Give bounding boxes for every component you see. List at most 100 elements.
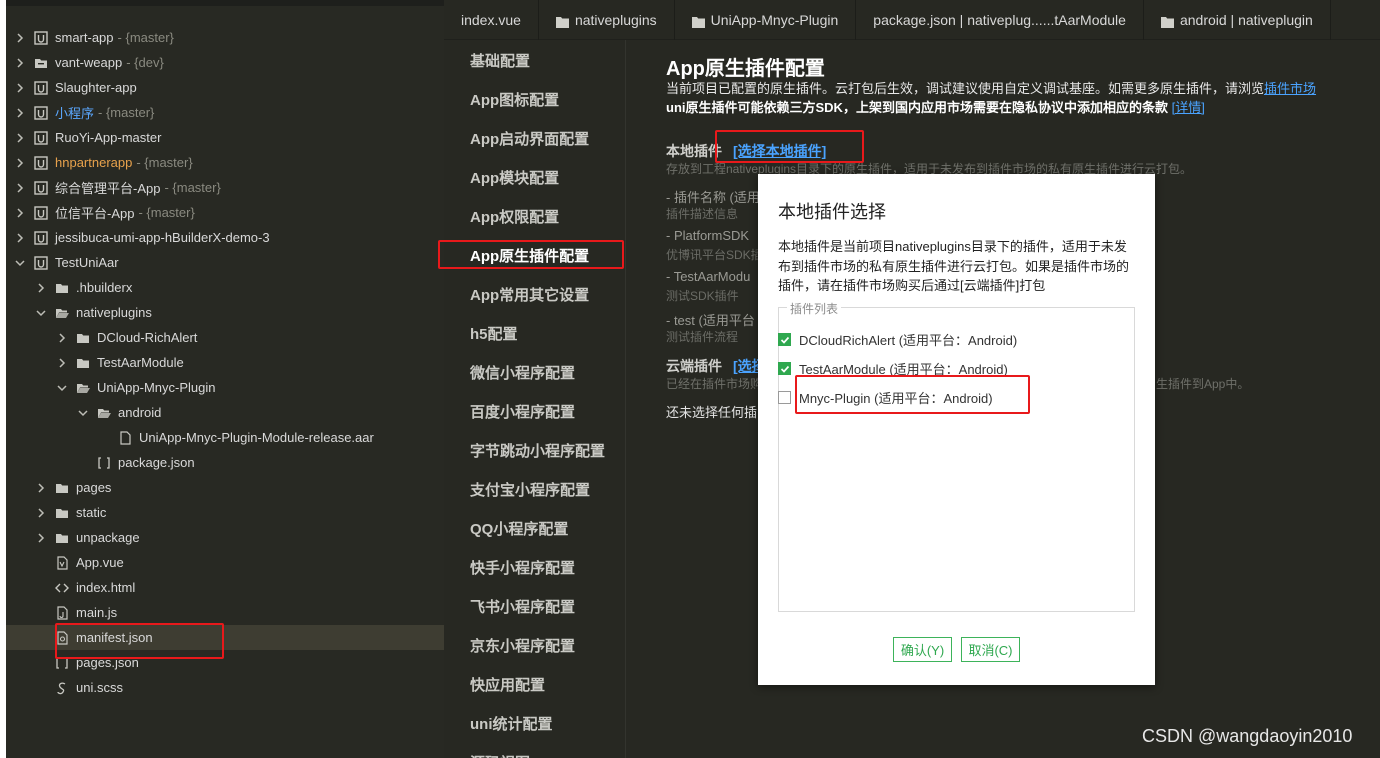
tree-item[interactable]: smart-app - {master} (6, 25, 444, 50)
folder-icon (76, 356, 90, 370)
chevron-right-icon[interactable] (35, 507, 47, 519)
editor-tab[interactable]: android | nativeplugin (1144, 0, 1331, 40)
plugin-option[interactable]: DCloudRichAlert (适用平台：Android) (778, 330, 1017, 349)
scss-file-icon (55, 681, 69, 695)
highlight-box-manifest (55, 623, 224, 659)
chevron-down-icon[interactable] (14, 257, 26, 269)
tree-item[interactable]: index.html (6, 575, 444, 600)
description-text: 当前项目已配置的原生插件。云打包后生效，调试建议使用自定义调试基座。如需更多原生… (666, 81, 1265, 96)
tree-item[interactable]: 小程序 - {master} (6, 100, 444, 125)
sdk-notice-text: uni原生插件可能依赖三方SDK，上架到国内应用市场需要在隐私协议中添加相应的条… (666, 100, 1168, 115)
tree-item-label: UniApp-Mnyc-Plugin-Module-release.aar (139, 430, 374, 445)
tree-item-label: pages (76, 480, 112, 495)
tree-item[interactable]: package.json (6, 450, 444, 475)
chevron-down-icon[interactable] (35, 307, 47, 319)
tree-item[interactable]: unpackage (6, 525, 444, 550)
tree-item[interactable]: uni.scss (6, 675, 444, 700)
checkbox-unchecked[interactable] (778, 391, 791, 404)
chevron-right-icon[interactable] (14, 82, 26, 94)
chevron-right-icon[interactable] (14, 32, 26, 44)
editor-tab[interactable]: nativeplugins (539, 0, 675, 40)
settings-nav-item[interactable]: 字节跳动小程序配置 (470, 440, 605, 461)
folder-icon (76, 331, 90, 345)
tree-item[interactable]: static (6, 500, 444, 525)
chevron-right-icon[interactable] (35, 282, 47, 294)
chevron-right-icon[interactable] (14, 232, 26, 244)
project-icon (34, 30, 48, 45)
tree-item[interactable]: Slaughter-app (6, 75, 444, 100)
tree-item-label: unpackage (76, 530, 140, 545)
tree-item[interactable]: nativeplugins (6, 300, 444, 325)
tree-item[interactable]: 位信平台-App - {master} (6, 200, 444, 225)
tree-item-label: main.js (76, 605, 118, 620)
chevron-right-icon[interactable] (14, 57, 26, 69)
tree-item[interactable]: vant-weapp - {dev} (6, 50, 444, 75)
tree-item[interactable]: hnpartnerapp - {master} (6, 150, 444, 175)
details-link[interactable]: [详情] (1172, 100, 1205, 115)
cancel-button[interactable]: 取消(C) (961, 637, 1020, 662)
vue-file-icon (55, 555, 69, 570)
chevron-right-icon[interactable] (56, 357, 68, 369)
chevron-right-icon[interactable] (56, 332, 68, 344)
settings-nav-item[interactable]: QQ小程序配置 (470, 518, 568, 539)
confirm-button[interactable]: 确认(Y) (893, 637, 952, 662)
checkbox-checked[interactable] (778, 362, 791, 375)
settings-nav-item[interactable]: 支付宝小程序配置 (470, 479, 590, 500)
tree-item[interactable]: jessibuca-umi-app-hBuilderX-demo-3 (6, 225, 444, 250)
dialog-description-line: 本地插件是当前项目nativeplugins目录下的插件，适用于未发 (778, 239, 1127, 254)
tree-item[interactable]: TestUniAar (6, 250, 444, 275)
tree-item-label: hnpartnerapp (55, 155, 133, 170)
tree-item[interactable]: UniApp-Mnyc-Plugin-Module-release.aar (6, 425, 444, 450)
tree-item[interactable]: 综合管理平台-App - {master} (6, 175, 444, 200)
settings-nav-item[interactable]: 飞书小程序配置 (470, 596, 575, 617)
settings-nav-item[interactable]: 基础配置 (470, 50, 530, 71)
editor-tab[interactable]: UniApp-Mnyc-Plugin (675, 0, 857, 40)
settings-nav-item[interactable]: 百度小程序配置 (470, 401, 575, 422)
chevron-right-icon[interactable] (14, 107, 26, 119)
settings-nav-item[interactable]: uni统计配置 (470, 713, 553, 734)
chevron-right-icon[interactable] (14, 207, 26, 219)
editor-tab[interactable]: package.json | nativeplug......tAarModul… (856, 0, 1144, 40)
tree-item[interactable]: .hbuilderx (6, 275, 444, 300)
folder-icon (555, 15, 569, 28)
checkbox-checked[interactable] (778, 333, 791, 346)
chevron-down-icon[interactable] (77, 407, 89, 419)
editor-tab[interactable]: index.vue (444, 0, 539, 40)
chevron-right-icon[interactable] (14, 182, 26, 194)
settings-nav-item[interactable]: App权限配置 (470, 206, 559, 227)
tree-item[interactable]: main.js (6, 600, 444, 625)
settings-nav-item[interactable]: App常用其它设置 (470, 284, 589, 305)
tree-item-label: 小程序 (55, 106, 95, 121)
chevron-right-icon[interactable] (14, 157, 26, 169)
tree-item[interactable]: pages (6, 475, 444, 500)
editor-tab-label: UniApp-Mnyc-Plugin (710, 12, 839, 28)
settings-nav-item[interactable]: 源码视图 (470, 752, 530, 758)
settings-nav-item[interactable]: 快应用配置 (470, 674, 545, 695)
settings-nav-item[interactable]: h5配置 (470, 323, 518, 344)
plugin-market-link[interactable]: 插件市场 (1264, 81, 1316, 96)
tree-item-label: package.json (118, 455, 195, 470)
tree-item[interactable]: UniApp-Mnyc-Plugin (6, 375, 444, 400)
settings-nav-item[interactable]: 快手小程序配置 (470, 557, 575, 578)
settings-nav-item[interactable]: 京东小程序配置 (470, 635, 575, 656)
tree-item[interactable]: App.vue (6, 550, 444, 575)
tree-item[interactable]: android (6, 400, 444, 425)
chevron-right-icon[interactable] (35, 532, 47, 544)
local-plugin-description: 测试插件流程 (666, 330, 739, 344)
local-plugin-description: 插件描述信息 (666, 207, 739, 221)
chevron-right-icon[interactable] (14, 132, 26, 144)
settings-nav-item[interactable]: App模块配置 (470, 167, 559, 188)
tree-item[interactable]: TestAarModule (6, 350, 444, 375)
git-branch-label: - {master} (164, 180, 221, 195)
settings-nav-item[interactable]: App启动界面配置 (470, 128, 589, 149)
tree-item-label: uni.scss (76, 680, 123, 695)
cloud-plugin-description: 已经在插件市场购 (666, 377, 763, 391)
settings-nav-item[interactable]: 微信小程序配置 (470, 362, 575, 383)
tree-item[interactable]: DCloud-RichAlert (6, 325, 444, 350)
settings-nav-item[interactable]: App图标配置 (470, 89, 559, 110)
tree-item[interactable]: RuoYi-App-master (6, 125, 444, 150)
tree-item-label: 综合管理平台-App (55, 181, 161, 196)
chevron-down-icon[interactable] (56, 382, 68, 394)
chevron-right-icon[interactable] (35, 482, 47, 494)
watermark: CSDN @wangdaoyin2010 (1142, 726, 1353, 746)
